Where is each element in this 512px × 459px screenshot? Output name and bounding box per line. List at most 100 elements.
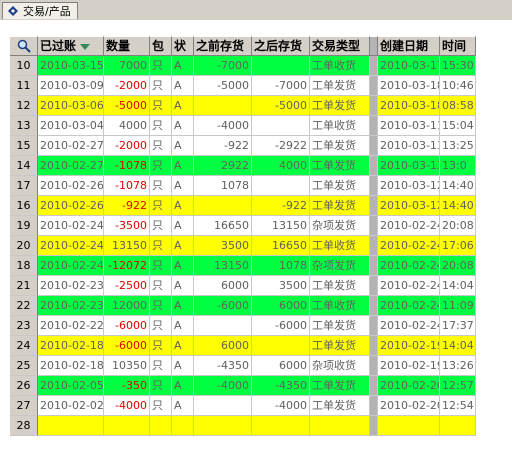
row-number[interactable]: 17 [10, 176, 38, 196]
cell-time[interactable]: 15:30 [440, 56, 476, 76]
cell-time[interactable] [440, 416, 476, 436]
cell-txtype[interactable]: 工单发货 [310, 336, 370, 356]
cell-created[interactable]: 2010-03-18 [378, 76, 440, 96]
cell-qty[interactable]: 10350 [104, 356, 150, 376]
cell-qty[interactable]: -6000 [104, 316, 150, 336]
cell-qty[interactable]: -5000 [104, 96, 150, 116]
table-row[interactable]: 10 2010-03-15 7000 只 A -7000 工单收货 2010-03-17 15:… [10, 56, 476, 76]
row-number[interactable]: 14 [10, 156, 38, 176]
cell-created[interactable]: 2010-02-24 [378, 316, 440, 336]
cell-time[interactable]: 17:37 [440, 316, 476, 336]
cell-pack[interactable]: 只 [150, 236, 172, 256]
cell-pack[interactable]: 只 [150, 316, 172, 336]
cell-created[interactable]: 2010-03-13 [378, 156, 440, 176]
cell-time[interactable]: 12:54 [440, 396, 476, 416]
search-icon[interactable] [10, 36, 38, 56]
cell-time[interactable]: 11:09 [440, 296, 476, 316]
column-splitter[interactable] [370, 36, 378, 56]
cell-posted[interactable]: 2010-02-23 [38, 276, 104, 296]
cell-posted[interactable]: 2010-02-26 [38, 176, 104, 196]
col-header-pack[interactable]: 包 [150, 36, 172, 56]
cell-created[interactable]: 2010-03-12 [378, 196, 440, 216]
cell-pack[interactable]: 只 [150, 196, 172, 216]
cell-posted[interactable]: 2010-02-24 [38, 216, 104, 236]
cell-after[interactable] [252, 56, 310, 76]
cell-before[interactable] [194, 96, 252, 116]
cell-posted[interactable]: 2010-02-05 [38, 376, 104, 396]
cell-before[interactable]: -4000 [194, 376, 252, 396]
cell-qty[interactable]: -2500 [104, 276, 150, 296]
cell-after[interactable] [252, 116, 310, 136]
cell-before[interactable] [194, 396, 252, 416]
row-number[interactable]: 18 [10, 256, 38, 276]
table-row[interactable]: 21 2010-02-23 -2500 只 A 6000 3500 工单发货 2010-02-2… [10, 276, 476, 296]
table-row[interactable]: 17 2010-02-26 -1078 只 A 1078 工单发货 2010-03-12 14:… [10, 176, 476, 196]
cell-created[interactable]: 2010-02-19 [378, 356, 440, 376]
cell-txtype[interactable]: 工单发货 [310, 196, 370, 216]
col-header-after[interactable]: 之后存货 [252, 36, 310, 56]
cell-time[interactable]: 14:04 [440, 336, 476, 356]
cell-time[interactable]: 10:46 [440, 76, 476, 96]
cell-time[interactable]: 13:25 [440, 136, 476, 156]
cell-before[interactable] [194, 316, 252, 336]
cell-status[interactable]: A [172, 96, 194, 116]
cell-status[interactable]: A [172, 216, 194, 236]
cell-posted[interactable]: 2010-02-22 [38, 316, 104, 336]
cell-pack[interactable]: 只 [150, 136, 172, 156]
cell-after[interactable]: 6000 [252, 296, 310, 316]
cell-time[interactable]: 20:08 [440, 256, 476, 276]
cell-status[interactable]: A [172, 176, 194, 196]
cell-created[interactable]: 2010-02-20 [378, 376, 440, 396]
col-header-created[interactable]: 创建日期 [378, 36, 440, 56]
cell-time[interactable]: 08:58 [440, 96, 476, 116]
cell-txtype[interactable]: 工单发货 [310, 316, 370, 336]
row-number[interactable]: 10 [10, 56, 38, 76]
col-header-txtype[interactable]: 交易类型 [310, 36, 370, 56]
cell-after[interactable]: -5000 [252, 96, 310, 116]
cell-created[interactable]: 2010-02-20 [378, 396, 440, 416]
cell-created[interactable] [378, 416, 440, 436]
table-row[interactable]: 20 2010-02-24 13150 只 A 3500 16650 工单收货 2010-02-… [10, 236, 476, 256]
cell-status[interactable]: A [172, 236, 194, 256]
table-row[interactable]: 27 2010-02-02 -4000 只 A -4000 工单发货 2010-02-20 12… [10, 396, 476, 416]
table-row[interactable]: 28 [10, 416, 476, 436]
cell-posted[interactable]: 2010-02-24 [38, 256, 104, 276]
col-header-posted[interactable]: 已过账 [38, 36, 104, 56]
cell-txtype[interactable]: 工单收货 [310, 236, 370, 256]
cell-txtype[interactable]: 工单发货 [310, 136, 370, 156]
cell-before[interactable]: -4000 [194, 116, 252, 136]
row-number[interactable]: 28 [10, 416, 38, 436]
cell-qty[interactable]: 4000 [104, 116, 150, 136]
cell-status[interactable]: A [172, 76, 194, 96]
cell-qty[interactable]: -1078 [104, 156, 150, 176]
cell-posted[interactable]: 2010-02-18 [38, 336, 104, 356]
cell-created[interactable]: 2010-03-18 [378, 96, 440, 116]
cell-status[interactable]: A [172, 316, 194, 336]
cell-time[interactable]: 14:04 [440, 276, 476, 296]
cell-before[interactable]: 6000 [194, 276, 252, 296]
cell-posted[interactable]: 2010-02-27 [38, 156, 104, 176]
cell-time[interactable]: 14:40 [440, 176, 476, 196]
row-number[interactable]: 20 [10, 236, 38, 256]
cell-qty[interactable]: -1078 [104, 176, 150, 196]
row-number[interactable]: 24 [10, 336, 38, 356]
cell-created[interactable]: 2010-02-24 [378, 236, 440, 256]
table-row[interactable]: 14 2010-02-27 -1078 只 A 2922 4000 工单发货 2010-03-1… [10, 156, 476, 176]
table-row[interactable]: 19 2010-02-24 -3500 只 A 16650 13150 杂项发货 2010-02… [10, 216, 476, 236]
tab-transactions-products[interactable]: 交易/产品 [2, 2, 78, 19]
table-row[interactable]: 24 2010-02-18 -6000 只 A 6000 工单发货 2010-02-19 14:… [10, 336, 476, 356]
cell-txtype[interactable]: 工单发货 [310, 76, 370, 96]
cell-posted[interactable]: 2010-02-26 [38, 196, 104, 216]
cell-before[interactable]: 2922 [194, 156, 252, 176]
row-number[interactable]: 16 [10, 196, 38, 216]
cell-before[interactable]: -4350 [194, 356, 252, 376]
cell-posted[interactable]: 2010-02-23 [38, 296, 104, 316]
cell-qty[interactable]: -2000 [104, 136, 150, 156]
cell-status[interactable]: A [172, 336, 194, 356]
cell-after[interactable]: 1078 [252, 256, 310, 276]
table-row[interactable]: 15 2010-02-27 -2000 只 A -922 -2922 工单发货 2010-03-… [10, 136, 476, 156]
cell-qty[interactable]: 7000 [104, 56, 150, 76]
cell-txtype[interactable]: 工单发货 [310, 376, 370, 396]
cell-status[interactable]: A [172, 196, 194, 216]
cell-posted[interactable]: 2010-02-18 [38, 356, 104, 376]
